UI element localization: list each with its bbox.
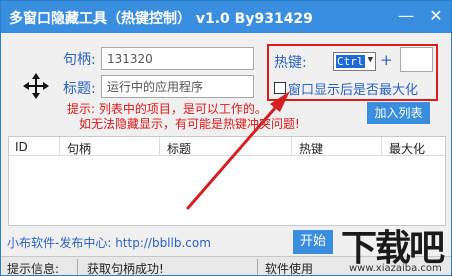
maximize-checkbox[interactable]	[274, 82, 286, 94]
status-message: 获取句柄成功!	[87, 262, 164, 276]
column-divider	[381, 137, 382, 156]
modifier-selected-value: Ctrl	[336, 55, 365, 68]
modifier-select[interactable]: Ctrl ▼	[333, 52, 376, 71]
handle-label: 句柄:	[63, 52, 96, 68]
hotkey-key-field[interactable]	[400, 47, 433, 72]
column-header-hotkey[interactable]: 热键	[299, 140, 323, 157]
status-divider	[77, 259, 78, 275]
title-bar[interactable]: 多窗口隐藏工具（热键控制） v1.0 By931429 — ✕	[1, 1, 451, 33]
title-label: 标题:	[63, 81, 96, 97]
hint-line-2: 如无法隐藏显示，有可能是热键冲突问题!	[79, 117, 300, 131]
column-header-id[interactable]: ID	[15, 140, 28, 154]
status-label: 提示信息:	[7, 262, 60, 276]
watermark-url: www.xiazaiba.com	[349, 263, 442, 274]
status-divider	[257, 259, 258, 275]
window-list-table[interactable]: ID 句柄 标题 热键 最大化	[8, 136, 446, 226]
start-button[interactable]: 开始	[293, 230, 333, 254]
table-header: ID 句柄 标题 热键 最大化	[9, 137, 445, 156]
publisher-link[interactable]: 小布软件-发布中心: http://bbllb.com	[7, 234, 211, 251]
handle-field[interactable]: 131320	[101, 47, 254, 70]
close-button[interactable]: ✕	[421, 1, 451, 33]
plus-sign: +	[380, 51, 393, 69]
hotkey-label: 热键:	[274, 55, 307, 71]
column-divider	[59, 137, 60, 156]
window-title: 多窗口隐藏工具（热键控制） v1.0 By931429	[9, 11, 313, 27]
minimize-button[interactable]: —	[391, 1, 421, 33]
column-divider	[291, 137, 292, 156]
column-divider	[159, 137, 160, 156]
add-to-list-button[interactable]: 加入列表	[367, 102, 430, 124]
watermark-logo: 下载吧 www.xiazaiba.com	[333, 219, 452, 276]
maximize-checkbox-label[interactable]: 窗口显示后是否最大化	[288, 79, 418, 98]
title-field[interactable]: 运行中的应用程序	[101, 75, 254, 98]
column-header-title[interactable]: 标题	[167, 140, 191, 157]
move-crosshair-icon[interactable]	[23, 73, 49, 99]
status-right-text: 软件使用	[265, 262, 314, 276]
column-header-maximize[interactable]: 最大化	[389, 140, 425, 157]
column-header-handle[interactable]: 句柄	[67, 140, 91, 157]
chevron-down-icon: ▼	[367, 55, 373, 65]
